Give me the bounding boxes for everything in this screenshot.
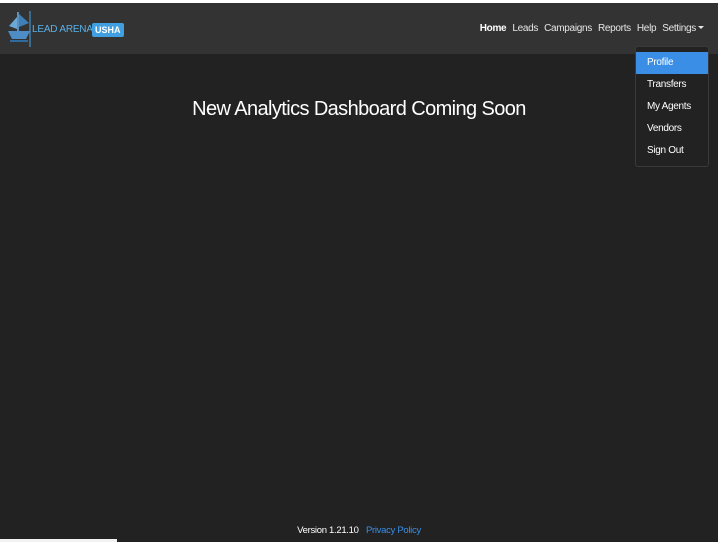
brand-name: LEAD ARENA bbox=[32, 23, 93, 35]
menu-item-transfers[interactable]: Transfers bbox=[636, 74, 708, 96]
ship-logo-icon bbox=[8, 11, 31, 47]
menu-item-sign-out[interactable]: Sign Out bbox=[636, 140, 708, 162]
caret-down-icon bbox=[698, 26, 704, 29]
menu-item-profile[interactable]: Profile bbox=[636, 52, 708, 74]
nav-reports[interactable]: Reports bbox=[595, 23, 634, 35]
version-text: Version 1.21.10 bbox=[297, 525, 359, 536]
nav-campaigns[interactable]: Campaigns bbox=[541, 23, 595, 35]
nav-leads[interactable]: Leads bbox=[509, 23, 541, 35]
account-badge: USHA bbox=[92, 23, 124, 37]
nav-home[interactable]: Home bbox=[477, 23, 510, 35]
privacy-policy-link[interactable]: Privacy Policy bbox=[366, 525, 421, 536]
footer: Version 1.21.10 Privacy Policy bbox=[0, 525, 718, 537]
nav-settings-label: Settings bbox=[662, 23, 696, 34]
top-navbar: LEAD ARENA USHA Home Leads Campaigns Rep… bbox=[0, 3, 718, 54]
nav-settings[interactable]: Settings bbox=[659, 23, 707, 35]
app-page: LEAD ARENA USHA Home Leads Campaigns Rep… bbox=[0, 0, 718, 542]
brand-link[interactable]: LEAD ARENA bbox=[6, 8, 93, 50]
nav-help[interactable]: Help bbox=[634, 23, 659, 35]
main-nav: Home Leads Campaigns Reports Help Settin… bbox=[477, 23, 707, 35]
page-headline: New Analytics Dashboard Coming Soon bbox=[192, 98, 526, 120]
